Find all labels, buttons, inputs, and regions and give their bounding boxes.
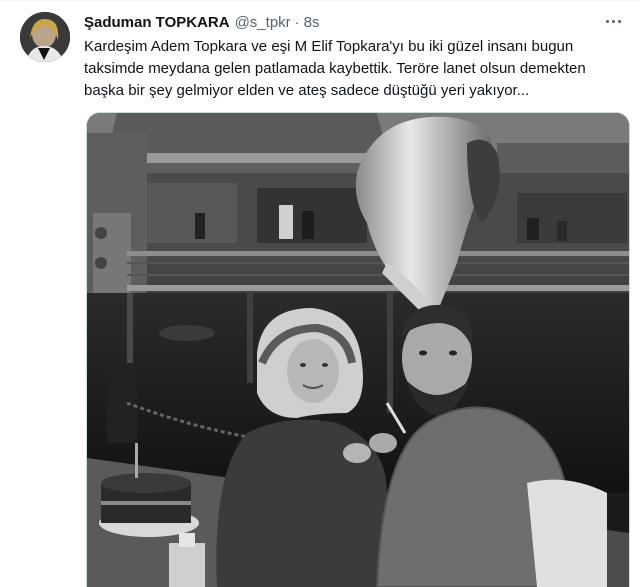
tweet-text: Kardeşim Adem Topkara ve eşi M Elif Topk… <box>84 38 586 99</box>
tweet-photo[interactable] <box>86 112 630 587</box>
tweet-header: Şaduman TOPKARA @s_tpkr · 8s <box>84 12 320 32</box>
separator: · <box>294 13 300 31</box>
profile-avatar[interactable] <box>20 12 70 62</box>
user-handle[interactable]: @s_tpkr <box>235 14 291 31</box>
tweet-card: Şaduman TOPKARA @s_tpkr · 8s Kardeşim Ad… <box>0 0 640 587</box>
avatar-image <box>20 12 70 62</box>
photo-image <box>87 113 629 587</box>
display-name[interactable]: Şaduman TOPKARA <box>84 14 230 31</box>
timestamp[interactable]: 8s <box>304 14 320 31</box>
divider <box>0 0 640 1</box>
more-horizontal-icon <box>605 19 609 23</box>
more-options-button[interactable] <box>600 10 626 32</box>
